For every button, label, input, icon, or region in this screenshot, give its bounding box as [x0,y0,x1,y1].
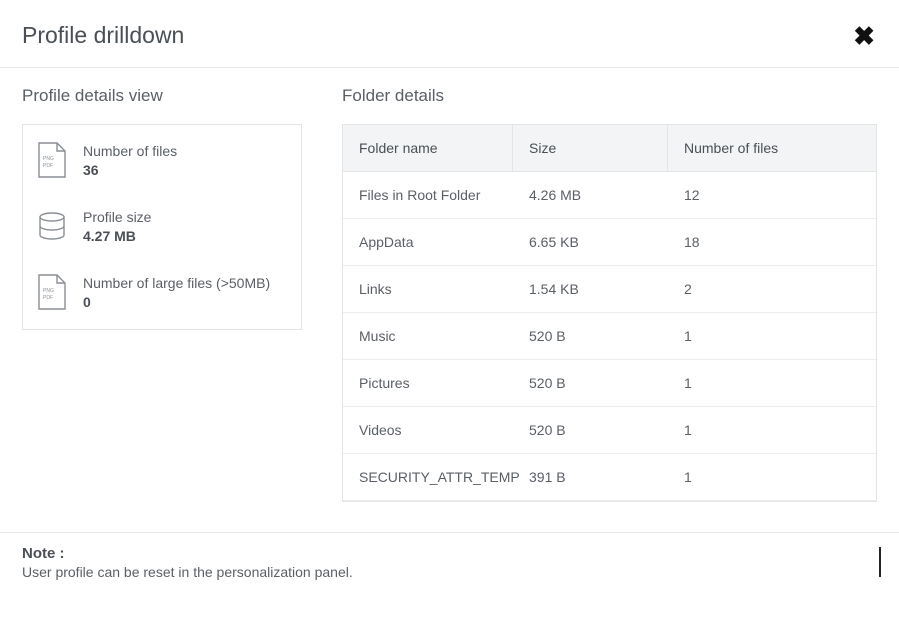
cell-file-count: 1 [668,360,876,406]
database-icon [35,207,69,245]
folder-details-title: Folder details [342,86,877,106]
profile-details-panel: Profile details view PNG PDF Number of f… [22,86,302,502]
cell-file-count: 1 [668,407,876,453]
stat-number-of-files: PNG PDF Number of files 36 [35,141,289,179]
folder-table: Folder name Size Number of files Files i… [342,124,877,502]
column-header-folder-name[interactable]: Folder name [343,125,513,171]
note-title: Note : [22,545,877,562]
note-text: User profile can be reset in the persona… [22,564,877,580]
dialog-header: Profile drilldown ✖ [0,0,899,68]
column-header-size[interactable]: Size [513,125,668,171]
profile-stats-box: PNG PDF Number of files 36 [22,124,302,330]
table-body[interactable]: Files in Root Folder4.26 MB12AppData6.65… [343,172,876,501]
cell-size: 6.65 KB [513,219,668,265]
stat-profile-size: Profile size 4.27 MB [35,207,289,245]
cell-size: 4.26 MB [513,172,668,218]
cell-folder-name: SECURITY_ATTR_TEMP [343,454,513,500]
cell-size: 391 B [513,454,668,500]
stat-value: 0 [83,294,270,310]
table-row[interactable]: Music520 B1 [343,313,876,360]
svg-text:PNG: PNG [43,156,54,162]
svg-text:PDF: PDF [43,163,53,169]
cell-folder-name: Pictures [343,360,513,406]
profile-details-title: Profile details view [22,86,302,106]
cell-folder-name: Links [343,266,513,312]
close-icon[interactable]: ✖ [853,23,875,49]
stat-label: Profile size [83,209,151,225]
stat-label: Number of files [83,143,177,159]
cell-size: 520 B [513,360,668,406]
table-row[interactable]: Files in Root Folder4.26 MB12 [343,172,876,219]
table-header-row: Folder name Size Number of files [343,125,876,172]
text-caret [879,547,881,577]
cell-file-count: 18 [668,219,876,265]
table-row[interactable]: SECURITY_ATTR_TEMP391 B1 [343,454,876,501]
cell-folder-name: Files in Root Folder [343,172,513,218]
cell-file-count: 1 [668,454,876,500]
table-row[interactable]: Pictures520 B1 [343,360,876,407]
cell-file-count: 2 [668,266,876,312]
cell-size: 1.54 KB [513,266,668,312]
footer-note: Note : User profile can be reset in the … [0,533,899,596]
svg-text:PNG: PNG [43,288,54,294]
stat-value: 4.27 MB [83,228,151,244]
file-icon: PNG PDF [35,141,69,179]
table-row[interactable]: Videos520 B1 [343,407,876,454]
table-row[interactable]: Links1.54 KB2 [343,266,876,313]
cell-size: 520 B [513,407,668,453]
cell-file-count: 1 [668,313,876,359]
table-row[interactable]: AppData6.65 KB18 [343,219,876,266]
cell-folder-name: Videos [343,407,513,453]
stat-large-files: PNG PDF Number of large files (>50MB) 0 [35,273,289,311]
dialog-content: Profile details view PNG PDF Number of f… [0,68,899,512]
column-header-number-of-files[interactable]: Number of files [668,125,876,171]
cell-folder-name: Music [343,313,513,359]
dialog-title: Profile drilldown [22,22,184,49]
cell-file-count: 12 [668,172,876,218]
stat-value: 36 [83,162,177,178]
cell-size: 520 B [513,313,668,359]
cell-folder-name: AppData [343,219,513,265]
file-icon: PNG PDF [35,273,69,311]
svg-text:PDF: PDF [43,295,53,301]
folder-details-panel: Folder details Folder name Size Number o… [342,86,877,502]
stat-label: Number of large files (>50MB) [83,275,270,291]
